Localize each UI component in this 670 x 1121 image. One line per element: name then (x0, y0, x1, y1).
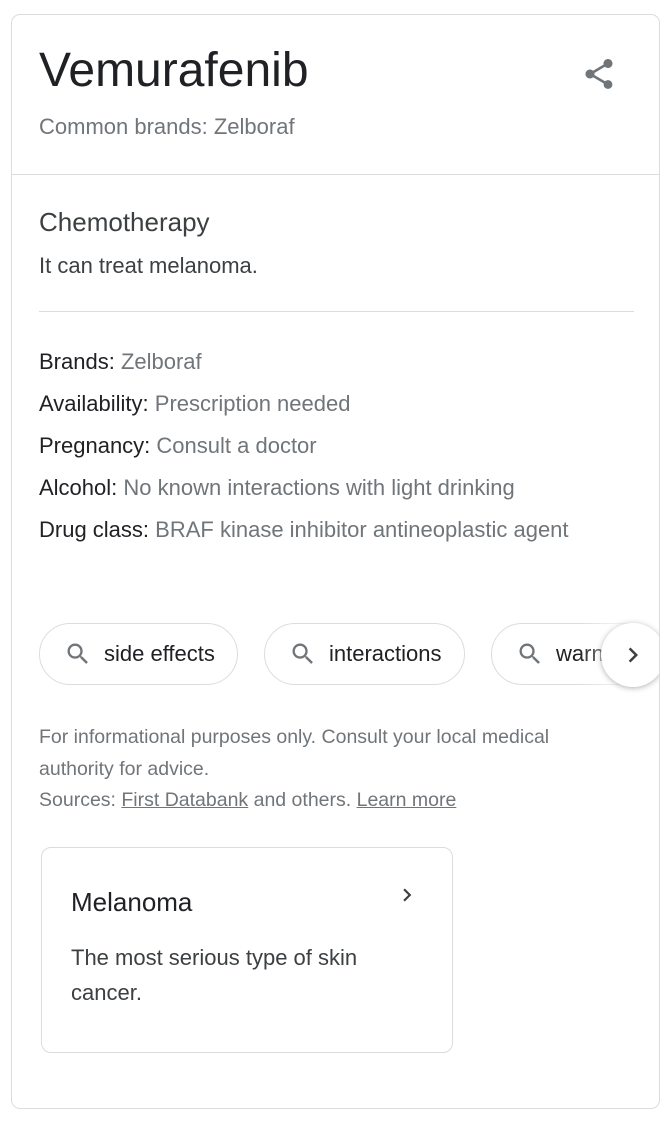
learn-more-link[interactable]: Learn more (357, 789, 457, 811)
drug-description: It can treat melanoma. (39, 253, 258, 278)
fact-drug-class: Drug class: BRAF kinase inhibitor antine… (39, 517, 569, 542)
related-condition-title: Melanoma (71, 887, 193, 917)
common-brands-subtitle: Common brands: Zelboraf (39, 114, 295, 139)
related-search-chips: side effects interactions warnings (39, 623, 659, 687)
card-header: Vemurafenib Common brands: Zelboraf (12, 15, 659, 175)
chip-interactions[interactable]: interactions (264, 623, 465, 685)
share-button[interactable] (577, 52, 621, 96)
disclaimer: For informational purposes only. Consult… (39, 722, 629, 817)
fact-brands: Brands: Zelboraf (39, 349, 202, 374)
chevron-right-icon (403, 888, 412, 902)
related-condition-card[interactable]: Melanoma The most serious type of skin c… (41, 847, 453, 1053)
related-condition-description: The most serious type of skin cancer. (71, 945, 358, 1005)
source-link-first-databank[interactable]: First Databank (121, 789, 248, 811)
sources-line: Sources: First Databank and others. Lear… (39, 789, 457, 811)
fact-pregnancy: Pregnancy: Consult a doctor (39, 433, 317, 458)
drug-title: Vemurafenib (39, 44, 309, 97)
search-icon (64, 640, 92, 668)
share-icon (585, 59, 613, 89)
chips-scroll-next-button[interactable] (601, 623, 659, 687)
disclaimer-text: For informational purposes only. Consult… (39, 726, 550, 780)
search-icon (516, 640, 544, 668)
section-divider (39, 311, 634, 312)
fact-alcohol: Alcohol: No known interactions with ligh… (39, 475, 515, 500)
drug-facts: Brands: Zelboraf Availability: Prescript… (39, 341, 609, 551)
fact-availability: Availability: Prescription needed (39, 391, 351, 416)
chip-side-effects[interactable]: side effects (39, 623, 238, 685)
drug-knowledge-card: Vemurafenib Common brands: Zelboraf Chem… (11, 14, 660, 1109)
chevron-right-icon (628, 647, 638, 663)
drug-category: Chemotherapy (39, 207, 210, 237)
search-icon (289, 640, 317, 668)
